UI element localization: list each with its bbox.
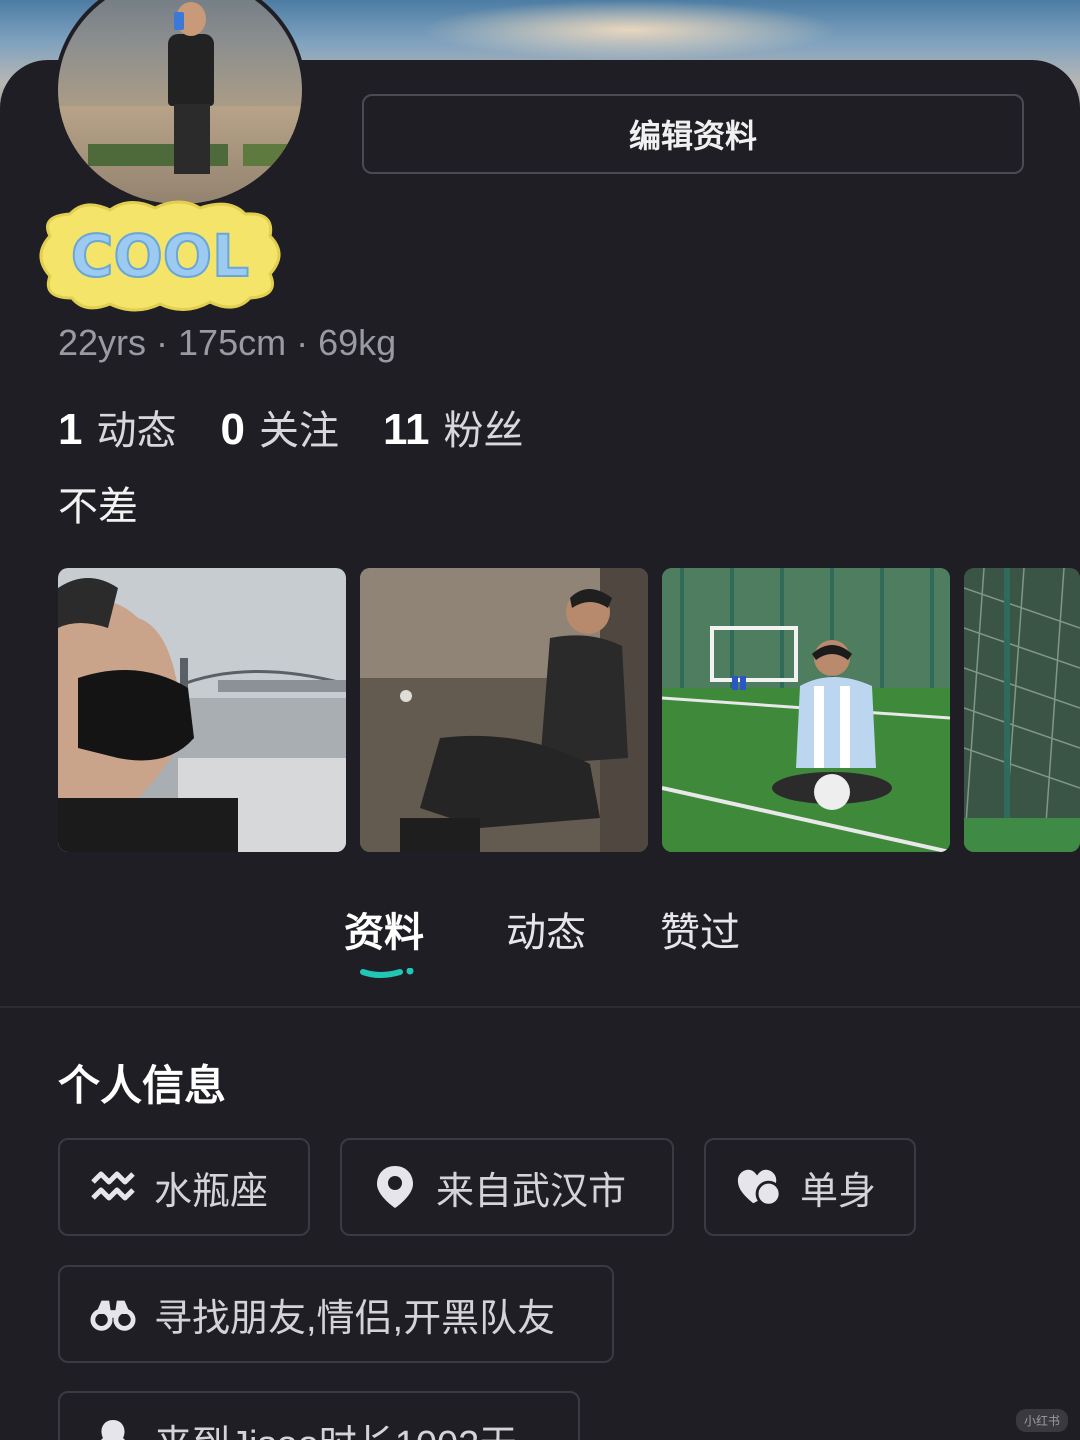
photo-river-image [58,568,346,852]
binoculars-icon [90,1291,136,1337]
photo-net-image [964,568,1080,852]
watermark-badge: 小红书 [1015,1409,1068,1432]
count-posts-label: 动态 [96,409,177,453]
tag-membership-duration-label: 来到Jisoo时长1002天 [154,1413,517,1440]
personal-info-title: 个人信息 [58,1062,227,1109]
cool-sticker-text: COOL [71,222,249,290]
gallery-photo-football[interactable] [662,568,950,852]
photo-chair-image [360,568,648,852]
profile-bio: 不差 [58,485,138,529]
avatar-phone [174,12,184,30]
tag-membership-duration[interactable]: 来到Jisoo时长1002天 [58,1391,580,1440]
tag-relationship-label: 单身 [800,1170,877,1213]
photo-gallery [58,568,1080,852]
avatar-person-legs [174,104,210,174]
count-followers-label: 粉丝 [443,409,524,453]
tag-zodiac-label: 水瓶座 [154,1170,269,1213]
count-followers[interactable]: 11 粉丝 [383,398,524,456]
count-followers-number: 11 [382,405,430,454]
tab-profile[interactable]: 资料 [344,900,424,958]
aquarius-icon [90,1164,136,1210]
tab-posts[interactable]: 动态 [506,900,586,958]
tab-active-indicator [360,968,414,978]
tab-liked[interactable]: 赞过 [660,900,740,958]
avatar[interactable] [54,0,306,208]
photo-football-image [662,568,950,852]
cool-sticker-icon: COOL [39,200,281,312]
tag-zodiac[interactable]: 水瓶座 [58,1138,310,1236]
count-following-number: 0 [220,405,245,454]
tag-looking-for[interactable]: 寻找朋友,情侣,开黑队友 [58,1265,614,1363]
tag-relationship[interactable]: 单身 [704,1138,916,1236]
count-posts[interactable]: 1 动态 [58,398,176,456]
gallery-photo-river[interactable] [58,568,346,852]
tag-looking-for-label: 寻找朋友,情侣,开黑队友 [154,1297,556,1340]
tag-location-label: 来自武汉市 [436,1170,627,1213]
edit-profile-button[interactable]: 编辑资料 [362,94,1024,174]
cover-sunset-glow [420,0,840,60]
gallery-photo-chair[interactable] [360,568,648,852]
avatar-mat [243,144,302,166]
count-posts-number: 1 [58,405,83,454]
gallery-photo-net[interactable] [964,568,1080,852]
profile-counts: 1 动态 0 关注 11 粉丝 [58,398,567,456]
profile-stats-line: 22yrs · 175cm · 69kg [58,322,397,363]
count-following[interactable]: 0 关注 [220,398,338,456]
tag-location[interactable]: 来自武汉市 [340,1138,674,1236]
tabs-divider [0,1006,1080,1008]
count-following-label: 关注 [258,409,339,453]
avatar-person [168,34,214,106]
heart-icon [736,1164,782,1210]
location-pin-icon [372,1164,418,1210]
tree-icon [90,1417,136,1440]
profile-tabs: 资料 动态 赞过 [0,900,1080,990]
